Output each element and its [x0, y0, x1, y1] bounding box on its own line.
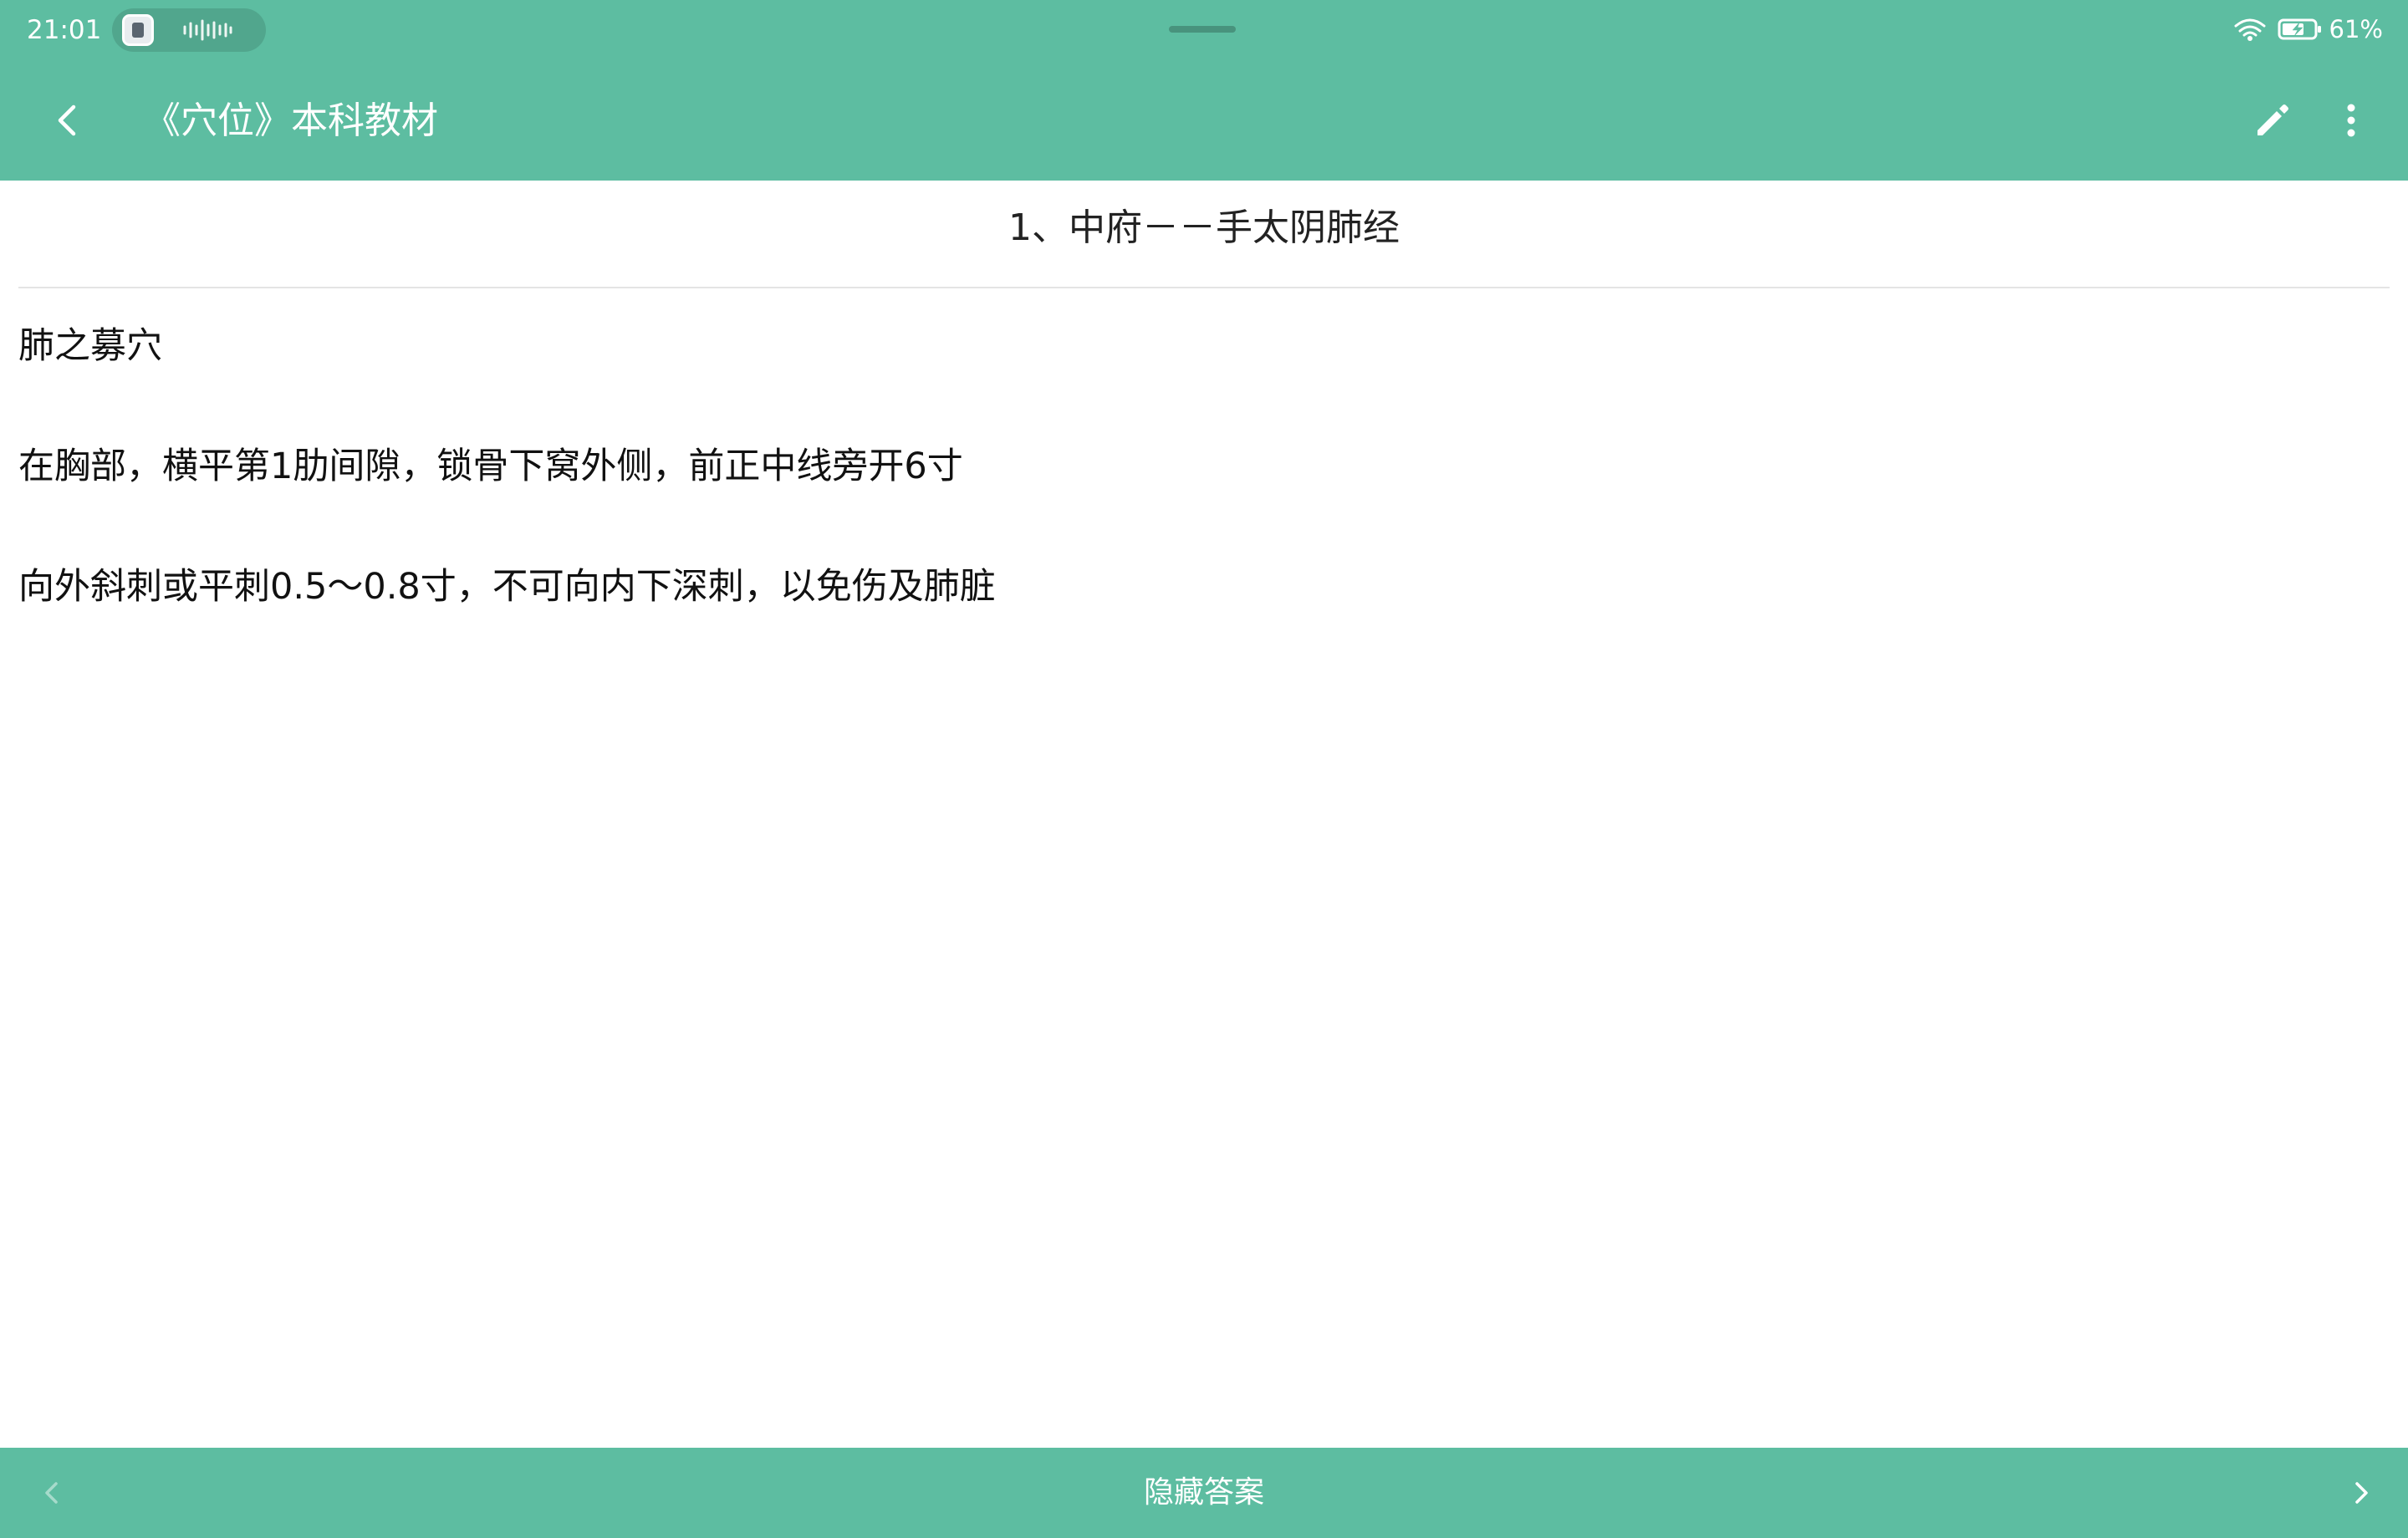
screen: 21:01 61% 《穴位》本科教材 1、中府－－手太阴肺经 肺之募穴 在胸部，…	[0, 0, 2408, 1538]
edit-button[interactable]	[2237, 85, 2308, 155]
title-divider	[18, 287, 2390, 288]
chevron-right-icon	[2355, 1482, 2368, 1504]
card-title: 1、中府－－手太阴肺经	[1008, 206, 1400, 249]
chevron-left-icon	[45, 1482, 58, 1504]
more-vertical-icon	[2347, 104, 2355, 137]
multiwindow-handle[interactable]	[1169, 26, 1236, 33]
wifi-icon	[2234, 18, 2266, 41]
next-card-button[interactable]	[2326, 1458, 2396, 1528]
back-button[interactable]	[33, 85, 104, 155]
audio-wave-icon	[183, 19, 232, 41]
answer-line: 肺之募穴	[18, 325, 162, 367]
battery-charging-icon	[2278, 18, 2321, 40]
top-app-bar: 21:01 61% 《穴位》本科教材	[0, 0, 2408, 181]
hide-answer-button[interactable]: 隐藏答案	[1037, 1459, 1371, 1526]
status-activity-pill[interactable]	[112, 8, 266, 52]
app-title: 《穴位》本科教材	[144, 99, 438, 142]
battery-percent: 61%	[2329, 15, 2383, 43]
app-indicator-icon	[122, 14, 154, 46]
pencil-icon	[2258, 104, 2288, 135]
status-time: 21:01	[27, 15, 102, 45]
previous-card-button[interactable]	[17, 1458, 87, 1528]
bottom-nav-bar: 隐藏答案	[0, 1448, 2408, 1538]
back-arrow-icon	[58, 104, 76, 136]
answer-line: 向外斜刺或平刺0.5～0.8寸，不可向内下深刺，以免伤及肺脏	[18, 566, 996, 608]
more-options-button[interactable]	[2316, 85, 2386, 155]
answer-line: 在胸部，横平第1肋间隙，锁骨下窝外侧，前正中线旁开6寸	[18, 446, 963, 487]
status-icons: 61%	[2232, 10, 2383, 48]
